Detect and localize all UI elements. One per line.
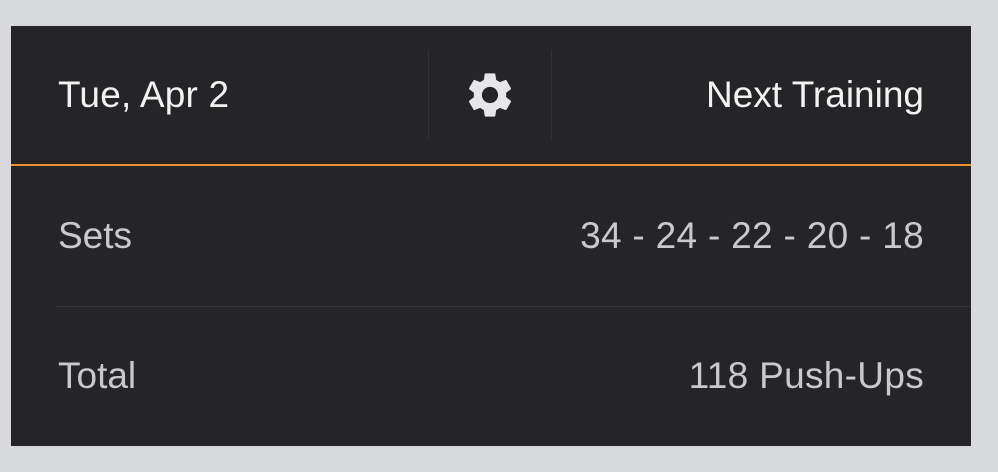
settings-button[interactable] xyxy=(429,26,551,164)
gear-icon xyxy=(463,68,517,122)
total-label: Total xyxy=(58,355,137,396)
training-card: Tue, Apr 2 Next Training Sets 34 - 24 - … xyxy=(11,26,971,446)
next-training-button[interactable]: Next Training xyxy=(706,26,924,164)
date-label: Tue, Apr 2 xyxy=(58,74,230,115)
header-divider-right xyxy=(551,50,552,140)
card-header: Tue, Apr 2 Next Training xyxy=(11,26,971,166)
total-value: 118 Push-Ups xyxy=(688,355,924,396)
total-row: Total 118 Push-Ups xyxy=(11,306,971,446)
sets-row: Sets 34 - 24 - 22 - 20 - 18 xyxy=(11,166,971,306)
sets-label: Sets xyxy=(58,215,133,256)
sets-value: 34 - 24 - 22 - 20 - 18 xyxy=(580,215,924,256)
